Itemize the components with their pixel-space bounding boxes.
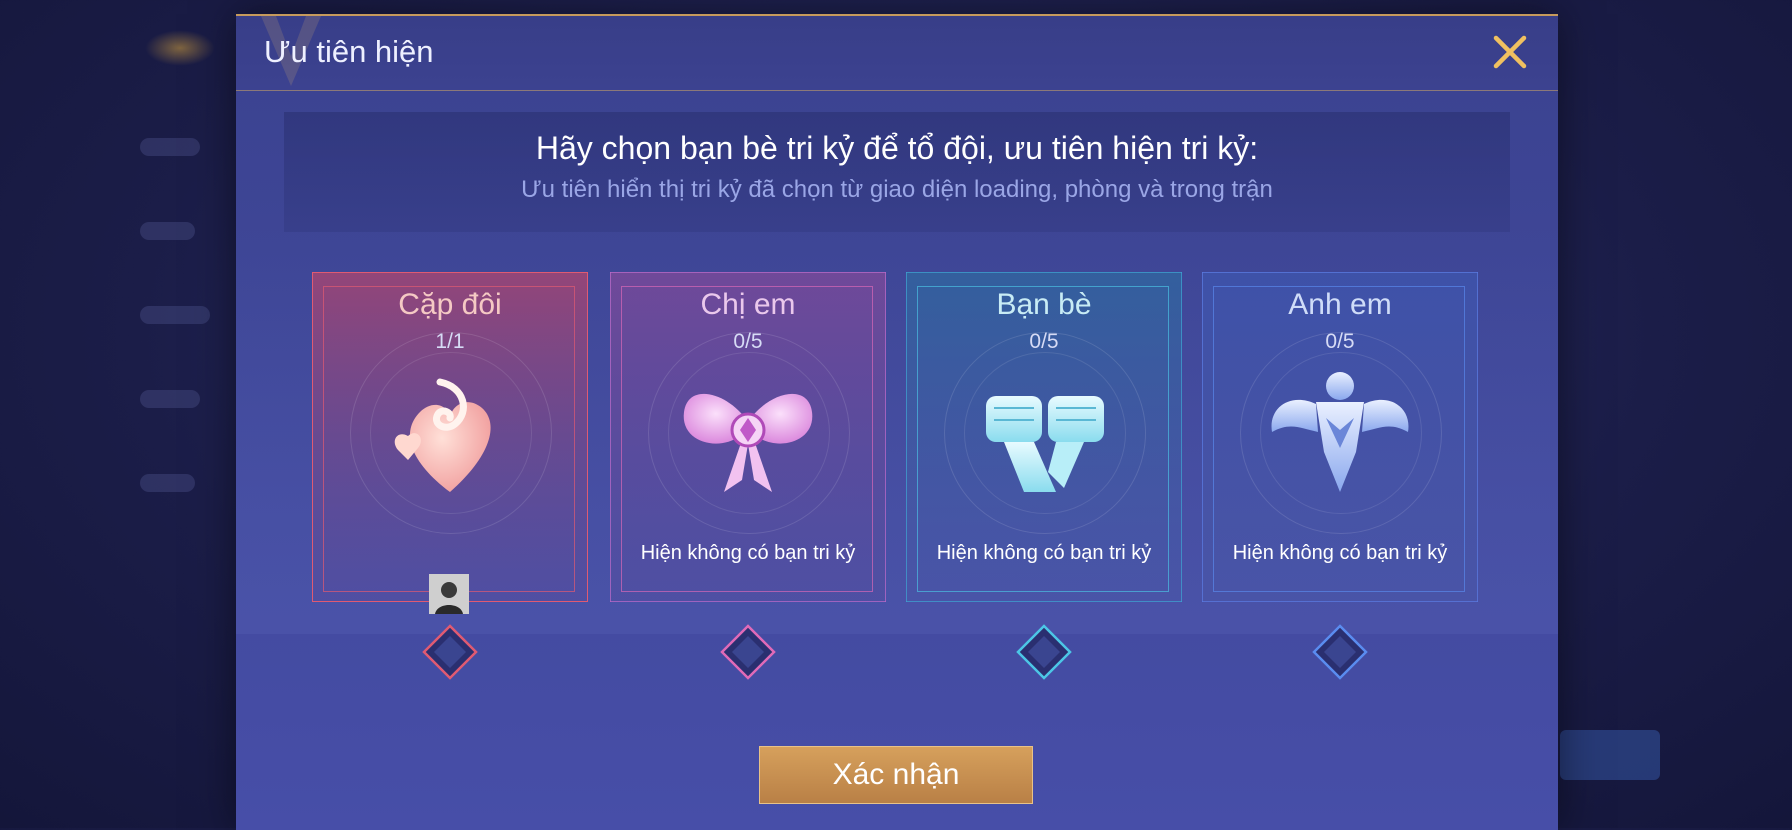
background-menu-line xyxy=(140,474,195,492)
card-count: 1/1 xyxy=(435,330,465,353)
diamond-marker-icon xyxy=(1312,624,1368,680)
card-couple[interactable]: Cặp đôi 1/1 xyxy=(312,272,588,680)
background-menu-line xyxy=(140,222,195,240)
card-friends[interactable]: Bạn bè 0/5 Hiện không có bạn tri kỷ xyxy=(906,272,1182,680)
fist-bump-icon xyxy=(964,352,1124,512)
background-button xyxy=(1560,730,1660,780)
confirm-button[interactable]: Xác nhận xyxy=(759,746,1033,804)
card-count: 0/5 xyxy=(1029,330,1059,353)
bow-icon xyxy=(668,352,828,512)
instruction-headline: Hãy chọn bạn bè tri kỷ để tổ đội, ưu tiê… xyxy=(535,130,1259,166)
close-icon xyxy=(1493,35,1527,69)
instruction-subline: Ưu tiên hiển thị tri kỷ đã chọn từ giao … xyxy=(521,176,1273,203)
card-count: 0/5 xyxy=(1325,330,1355,353)
diamond-marker-icon xyxy=(1016,624,1072,680)
background-menu-line xyxy=(140,138,200,156)
card-title: Anh em xyxy=(1288,288,1392,321)
card-sisters[interactable]: Chị em 0/5 Hiện không có bạn tri kỷ xyxy=(610,272,886,680)
priority-dialog: Ưu tiên hiện Hãy chọn bạn bè tri kỷ để t… xyxy=(236,14,1558,830)
background-menu-line xyxy=(140,306,210,324)
card-brothers[interactable]: Anh em 0/5 Hiện không có bạn tri kỷ xyxy=(1202,272,1478,680)
card-status: Hiện không có bạn tri kỷ xyxy=(640,542,856,564)
dialog-title: Ưu tiên hiện xyxy=(264,34,434,69)
dialog-header: Ưu tiên hiện xyxy=(236,16,1558,91)
background-logo xyxy=(145,30,215,66)
card-status: Hiện không có bạn tri kỷ xyxy=(1232,542,1448,564)
card-title: Chị em xyxy=(700,288,796,321)
card-title: Bạn bè xyxy=(996,288,1092,321)
diamond-marker-icon xyxy=(422,624,478,680)
muscle-icon xyxy=(1260,352,1420,512)
card-count: 0/5 xyxy=(733,330,763,353)
card-status: Hiện không có bạn tri kỷ xyxy=(936,542,1152,564)
diamond-marker-icon xyxy=(720,624,776,680)
card-title: Cặp đôi xyxy=(398,288,502,321)
background-menu-line xyxy=(140,390,200,408)
friend-avatar[interactable] xyxy=(429,574,469,614)
heart-swirl-icon xyxy=(370,352,530,512)
close-button[interactable] xyxy=(1490,32,1530,72)
